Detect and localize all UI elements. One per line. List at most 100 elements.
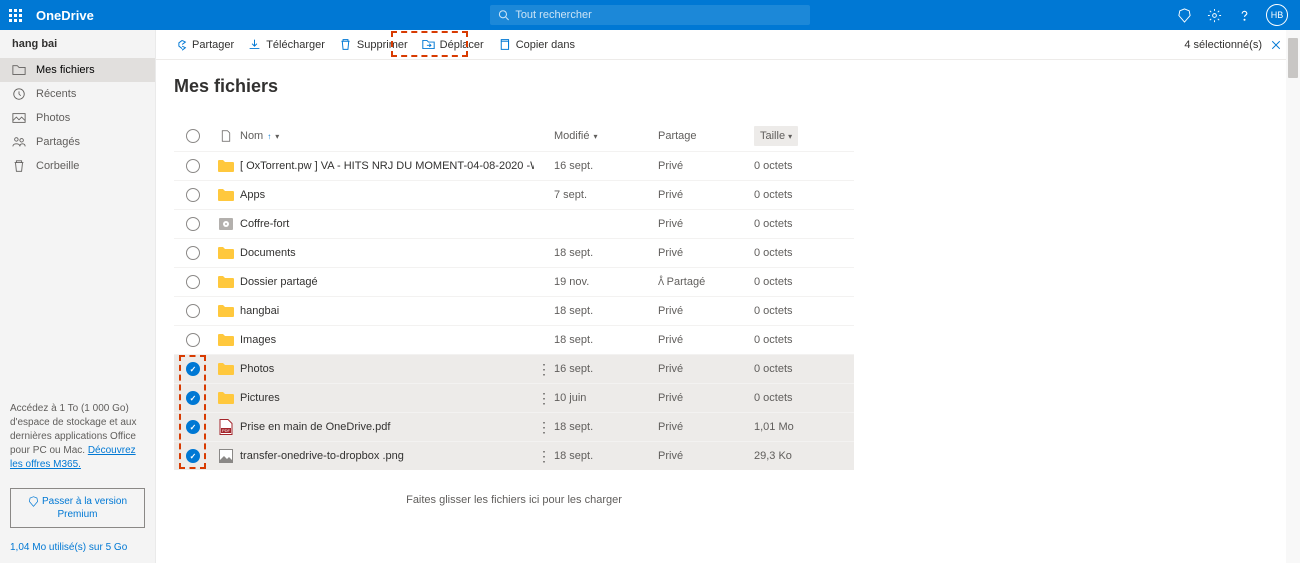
sidebar-item-recent[interactable]: Récents (0, 82, 155, 106)
row-checkbox[interactable] (186, 159, 200, 173)
file-name[interactable]: [ OxTorrent.pw ] VA - HITS NRJ DU MOMENT… (240, 160, 534, 172)
scrollbar[interactable] (1286, 30, 1300, 563)
sort-asc-icon: ↑ (267, 132, 271, 141)
premium-icon[interactable] (1176, 7, 1192, 23)
help-icon[interactable] (1236, 7, 1252, 23)
file-size: 0 octets (754, 247, 854, 259)
file-share: Privé (654, 218, 754, 230)
sidebar-item-label: Récents (36, 88, 76, 100)
table-row[interactable]: Photos⋮16 sept.Privé0 octets (174, 354, 854, 383)
search-input[interactable] (515, 9, 802, 21)
file-size: 0 octets (754, 363, 854, 375)
file-name[interactable]: Dossier partagé (240, 276, 534, 288)
row-checkbox[interactable] (186, 275, 200, 289)
settings-icon[interactable] (1206, 7, 1222, 23)
file-share: Privé (654, 334, 754, 346)
row-checkbox[interactable] (186, 333, 200, 347)
share-button[interactable]: Partager (174, 38, 234, 51)
sidebar-item-myfiles[interactable]: Mes fichiers (0, 58, 155, 82)
file-share: Privé (654, 247, 754, 259)
chevron-down-icon: ▾ (788, 132, 792, 141)
file-type-icon: PDF (212, 419, 240, 435)
row-checkbox[interactable] (186, 391, 200, 405)
sidebar-item-shared[interactable]: Partagés (0, 130, 155, 154)
file-type-icon (212, 362, 240, 376)
file-size: 0 octets (754, 218, 854, 230)
table-row[interactable]: hangbai⋮18 sept.Privé0 octets (174, 296, 854, 325)
file-name[interactable]: Documents (240, 247, 534, 259)
column-size[interactable]: Taille ▾ (754, 126, 854, 146)
table-row[interactable]: Apps⋮7 sept.Privé0 octets (174, 180, 854, 209)
table-row[interactable]: [ OxTorrent.pw ] VA - HITS NRJ DU MOMENT… (174, 151, 854, 180)
row-menu-button[interactable]: ⋮ (534, 420, 554, 434)
row-menu-button[interactable]: ⋮ (534, 391, 554, 405)
download-button[interactable]: Télécharger (248, 38, 325, 51)
file-size: 0 octets (754, 305, 854, 317)
sidebar-item-trash[interactable]: Corbeille (0, 154, 155, 178)
storage-text[interactable]: 1,04 Mo utilisé(s) sur 5 Go (0, 536, 155, 563)
diamond-icon (28, 496, 39, 507)
file-share: Privé (654, 450, 754, 462)
file-share: Privé (654, 392, 754, 404)
sidebar-item-photos[interactable]: Photos (0, 106, 155, 130)
row-checkbox[interactable] (186, 362, 200, 376)
table-header: Nom↑ ▾ Modifié ▾ Partage Taille ▾ (174, 121, 854, 151)
row-checkbox[interactable] (186, 188, 200, 202)
file-type-icon (212, 275, 240, 289)
clear-selection-icon[interactable] (1270, 39, 1282, 51)
table-row[interactable]: Dossier partagé⋮19 nov.ᐰ Partagé0 octets (174, 267, 854, 296)
file-size: 0 octets (754, 160, 854, 172)
file-modified: 16 sept. (554, 160, 654, 172)
row-menu-button[interactable]: ⋮ (534, 362, 554, 376)
user-avatar[interactable]: HB (1266, 4, 1288, 26)
row-checkbox[interactable] (186, 217, 200, 231)
file-share: Privé (654, 305, 754, 317)
sidebar-user-name: hang bai (0, 30, 155, 58)
search-icon (498, 9, 509, 21)
waffle-icon (9, 9, 22, 22)
column-modified[interactable]: Modifié ▾ (554, 130, 654, 142)
file-size: 0 octets (754, 334, 854, 346)
search-box[interactable] (490, 5, 810, 25)
file-name[interactable]: Images (240, 334, 534, 346)
row-checkbox[interactable] (186, 304, 200, 318)
table-row[interactable]: Pictures⋮10 juinPrivé0 octets (174, 383, 854, 412)
file-name[interactable]: Pictures (240, 392, 534, 404)
trash-icon (12, 159, 26, 173)
people-icon (12, 135, 26, 149)
table-row[interactable]: transfer-onedrive-to-dropbox .png⋮18 sep… (174, 441, 854, 470)
file-share: ᐰ Partagé (654, 276, 754, 288)
copy-icon (498, 38, 511, 51)
premium-button[interactable]: Passer à la versionPremium (10, 488, 145, 528)
row-checkbox[interactable] (186, 420, 200, 434)
row-checkbox[interactable] (186, 449, 200, 463)
file-name[interactable]: Prise en main de OneDrive.pdf (240, 421, 534, 433)
column-name[interactable]: Nom↑ ▾ (240, 130, 534, 142)
move-button[interactable]: Déplacer (422, 38, 484, 51)
file-share: Privé (654, 189, 754, 201)
table-row[interactable]: PDFPrise en main de OneDrive.pdf⋮18 sept… (174, 412, 854, 441)
move-icon (422, 38, 435, 51)
column-share[interactable]: Partage (654, 130, 754, 142)
delete-button[interactable]: Supprimer (339, 38, 408, 51)
file-type-icon (212, 449, 240, 463)
file-type-icon (212, 333, 240, 347)
file-name[interactable]: hangbai (240, 305, 534, 317)
select-all-checkbox[interactable] (186, 129, 200, 143)
table-row[interactable]: Documents⋮18 sept.Privé0 octets (174, 238, 854, 267)
table-row[interactable]: Images⋮18 sept.Privé0 octets (174, 325, 854, 354)
promo-block: Accédez à 1 To (1 000 Go) d'espace de st… (0, 394, 155, 480)
file-name[interactable]: Apps (240, 189, 534, 201)
row-menu-button[interactable]: ⋮ (534, 449, 554, 463)
row-checkbox[interactable] (186, 246, 200, 260)
app-launcher[interactable] (0, 0, 30, 30)
table-row[interactable]: Coffre-fort⋮Privé0 octets (174, 209, 854, 238)
file-name[interactable]: Photos (240, 363, 534, 375)
file-name[interactable]: transfer-onedrive-to-dropbox .png (240, 450, 534, 462)
file-name[interactable]: Coffre-fort (240, 218, 534, 230)
copy-button[interactable]: Copier dans (498, 38, 575, 51)
share-icon (174, 38, 187, 51)
chevron-down-icon: ▾ (275, 132, 279, 141)
chevron-down-icon: ▾ (593, 132, 597, 141)
page-title: Mes fichiers (174, 76, 1300, 97)
